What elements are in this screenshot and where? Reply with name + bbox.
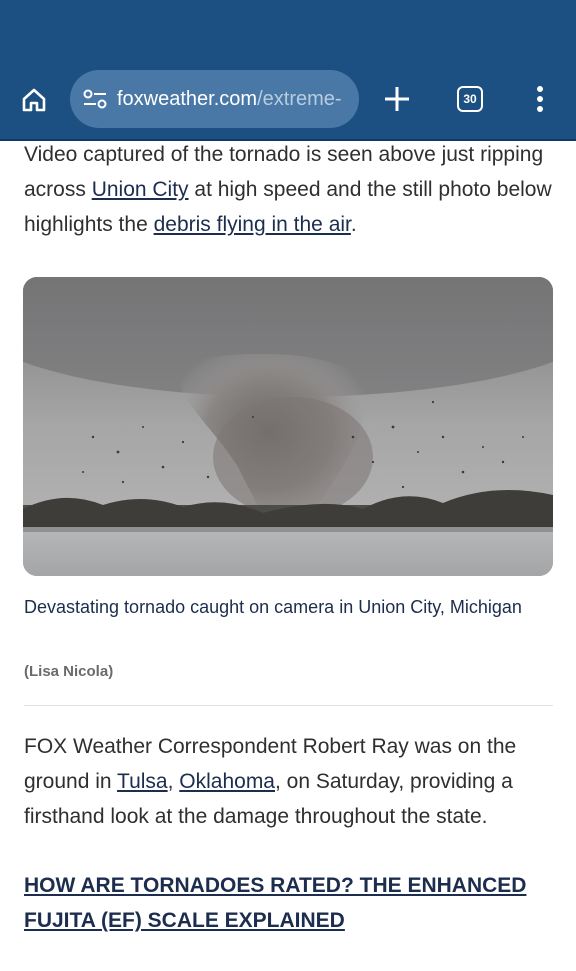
url-path: /extreme-	[257, 87, 342, 110]
url-text[interactable]: foxweather.com/extreme-	[117, 88, 347, 111]
section-divider	[24, 705, 553, 706]
photo-credit: (Lisa Nicola)	[24, 663, 114, 680]
oklahoma-link[interactable]: Oklahoma	[179, 770, 275, 793]
paragraph-text: .	[350, 213, 357, 236]
union-city-link[interactable]: Union City	[92, 178, 189, 201]
tab-count: 30	[463, 92, 477, 106]
more-menu-button[interactable]	[532, 84, 548, 114]
home-icon	[22, 88, 46, 112]
photo-caption: Devastating tornado caught on camera in …	[24, 597, 522, 617]
tulsa-link[interactable]: Tulsa	[117, 770, 168, 793]
plus-icon	[385, 87, 409, 111]
related-article-link[interactable]: HOW ARE TORNADOES RATED? THE ENHANCED FU…	[24, 868, 554, 938]
url-domain: foxweather.com	[117, 87, 258, 110]
tab-switcher-button[interactable]: 30	[457, 86, 483, 112]
article-paragraph: Video captured of the tornado is seen ab…	[24, 137, 554, 242]
paragraph-text: ,	[167, 770, 180, 793]
tornado-photo[interactable]	[23, 277, 553, 576]
debris-link[interactable]: debris flying in the air	[154, 213, 351, 236]
article-paragraph: FOX Weather Correspondent Robert Ray was…	[24, 729, 554, 834]
more-vert-icon	[537, 86, 543, 112]
address-bar[interactable]: foxweather.com/extreme-	[70, 70, 359, 128]
tornado-image	[23, 277, 553, 576]
site-settings-icon[interactable]	[82, 87, 108, 111]
home-button[interactable]	[18, 84, 50, 116]
browser-toolbar: foxweather.com/extreme- 30	[0, 0, 576, 141]
new-tab-button[interactable]	[382, 84, 412, 114]
